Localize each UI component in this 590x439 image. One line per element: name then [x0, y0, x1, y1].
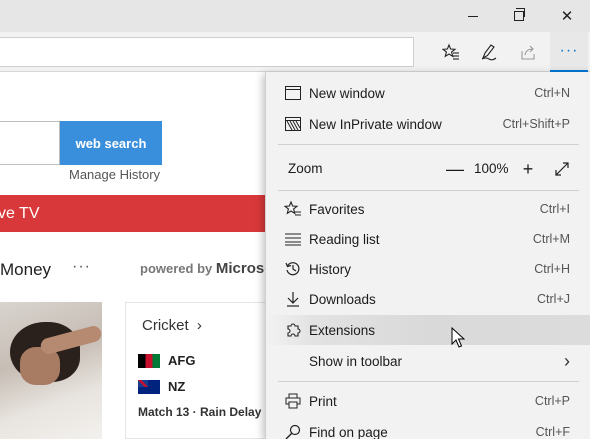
menu-item-shortcut: Ctrl+P	[534, 394, 570, 408]
menu-item-downloads[interactable]: Downloads Ctrl+J	[266, 284, 590, 314]
menu-item-label: Find on page	[309, 424, 388, 439]
menu-item-label: Print	[309, 393, 337, 409]
window-icon	[284, 84, 302, 102]
team-row: NZ	[138, 379, 185, 394]
favorites-icon	[284, 200, 302, 218]
reading-list-icon	[284, 230, 302, 248]
zoom-in-button[interactable]: +	[518, 154, 538, 184]
print-icon	[284, 392, 302, 410]
powered-by-text: powered by	[140, 261, 213, 276]
chevron-right-icon: ›	[564, 350, 570, 371]
menu-item-shortcut: Ctrl+J	[537, 292, 570, 306]
address-bar[interactable]	[0, 37, 414, 67]
pen-icon	[481, 44, 497, 61]
title-bar: ✕	[0, 0, 590, 32]
team-name: NZ	[168, 379, 186, 394]
close-icon: ✕	[560, 8, 574, 25]
live-tv-banner[interactable]: ve TV	[0, 195, 270, 232]
menu-item-shortcut: Ctrl+Shift+P	[502, 117, 570, 131]
full-screen-icon	[555, 162, 569, 176]
web-note-button[interactable]	[470, 32, 508, 72]
menu-item-reading-list[interactable]: Reading list Ctrl+M	[266, 224, 590, 254]
mouse-pointer-icon	[451, 327, 465, 348]
cricket-title-text: Cricket	[142, 317, 189, 334]
menu-divider	[278, 381, 579, 382]
chevron-right-icon: ›	[196, 317, 202, 334]
history-icon	[284, 260, 302, 278]
zoom-out-button[interactable]: —	[445, 154, 465, 184]
favorites-bar-button[interactable]	[432, 32, 470, 72]
extensions-puzzle-icon	[284, 321, 302, 339]
inprivate-window-icon	[284, 115, 302, 133]
zoom-label: Zoom	[288, 161, 323, 176]
menu-item-label: Show in toolbar	[309, 353, 403, 369]
zoom-level: 100%	[474, 161, 509, 176]
restore-button[interactable]	[496, 0, 542, 32]
minimize-button[interactable]	[450, 0, 496, 32]
menu-item-new-window[interactable]: New window Ctrl+N	[266, 78, 590, 108]
menu-divider	[278, 190, 579, 191]
menu-item-label: History	[309, 261, 352, 277]
share-icon	[521, 45, 535, 60]
menu-item-shortcut: Ctrl+F	[535, 425, 570, 439]
minimize-icon	[468, 15, 478, 17]
team-name: AFG	[168, 353, 196, 368]
menu-item-shortcut: Ctrl+M	[532, 232, 570, 246]
more-dots-icon: ···	[559, 42, 579, 59]
share-button[interactable]	[510, 32, 548, 72]
cricket-card-title[interactable]: Cricket ›	[142, 317, 202, 334]
banner-text: ve TV	[0, 204, 40, 222]
menu-item-find-on-page[interactable]: Find on page Ctrl+F	[266, 417, 590, 439]
menu-item-new-inprivate-window[interactable]: New InPrivate window Ctrl+Shift+P	[266, 109, 590, 139]
menu-item-shortcut: Ctrl+N	[534, 86, 570, 100]
team-row: AFG	[138, 353, 195, 368]
search-icon	[284, 423, 302, 439]
new-zealand-flag-icon	[138, 379, 160, 394]
web-search-button[interactable]: web search	[60, 121, 162, 165]
menu-divider	[278, 144, 579, 145]
manage-history-link[interactable]: Manage History	[69, 167, 160, 182]
menu-item-shortcut: Ctrl+I	[539, 202, 570, 216]
menu-item-history[interactable]: History Ctrl+H	[266, 254, 590, 284]
cricket-card[interactable]: Cricket › AFG NZ Match 13 · Rain Delay	[125, 302, 270, 439]
menu-item-label: Downloads	[309, 291, 376, 307]
news-photo[interactable]	[0, 302, 102, 439]
afghanistan-flag-icon	[138, 353, 160, 368]
settings-menu: New window Ctrl+N New InPrivate window C…	[265, 72, 590, 439]
money-section-title[interactable]: Money	[0, 260, 51, 280]
settings-and-more-button[interactable]: ···	[550, 32, 588, 72]
menu-item-label: Favorites	[309, 201, 365, 217]
menu-item-shortcut: Ctrl+H	[534, 262, 570, 276]
browser-toolbar: ···	[0, 32, 590, 72]
menu-item-label: New window	[309, 85, 385, 101]
search-input[interactable]	[0, 121, 60, 165]
powered-by-label: powered by Microsc	[140, 260, 273, 277]
restore-icon	[514, 8, 525, 21]
menu-item-label: Reading list	[309, 231, 380, 247]
menu-item-print[interactable]: Print Ctrl+P	[266, 386, 590, 416]
menu-item-label: New InPrivate window	[309, 116, 442, 132]
menu-item-label: Extensions	[309, 322, 376, 338]
menu-item-favorites[interactable]: Favorites Ctrl+I	[266, 194, 590, 224]
download-icon	[284, 290, 302, 308]
menu-item-extensions[interactable]: Extensions	[266, 315, 590, 345]
menu-item-show-in-toolbar[interactable]: Show in toolbar ›	[266, 346, 590, 376]
money-more-button[interactable]: ···	[72, 258, 91, 276]
full-screen-button[interactable]	[552, 154, 572, 184]
favorites-star-icon	[442, 43, 459, 60]
close-button[interactable]: ✕	[544, 0, 590, 32]
match-status: Match 13 · Rain Delay	[138, 405, 262, 419]
